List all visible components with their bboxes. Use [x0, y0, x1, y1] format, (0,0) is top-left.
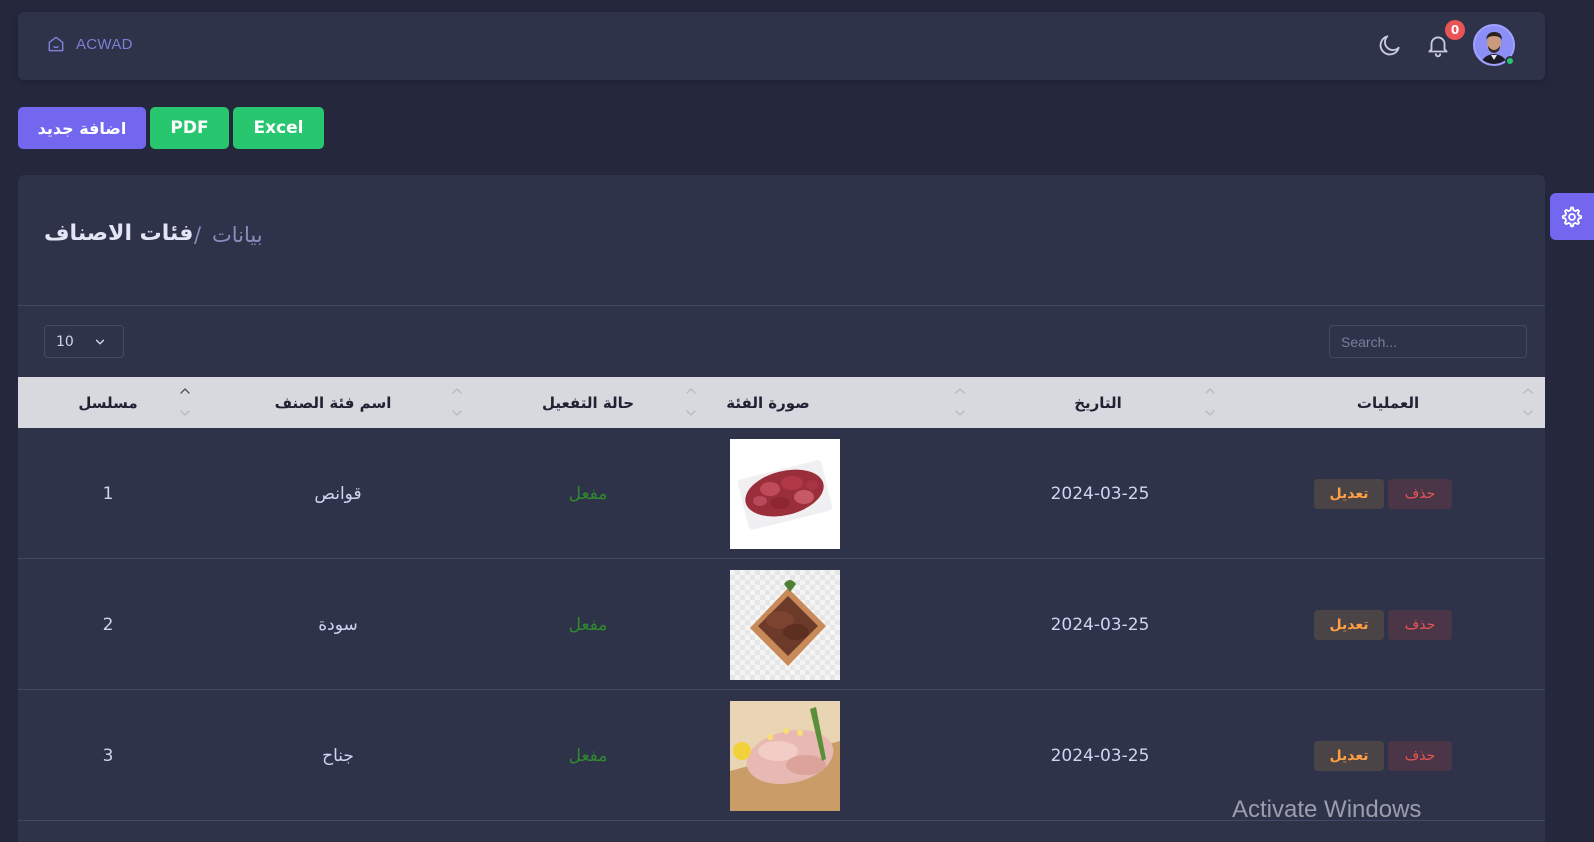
column-header-operations[interactable]: العمليات	[1328, 377, 1448, 428]
online-status-dot	[1505, 56, 1515, 66]
delete-button[interactable]: حذف	[1388, 740, 1452, 771]
column-header-name[interactable]: اسم فئة الصنف	[218, 377, 448, 428]
column-name-label: اسم فئة الصنف	[274, 393, 392, 412]
add-new-button[interactable]: اضافة جديد	[18, 107, 146, 149]
delete-button[interactable]: حذف	[1388, 609, 1452, 640]
category-name-cell: قوانص	[314, 483, 362, 504]
sort-icon[interactable]	[179, 385, 191, 419]
edit-button[interactable]: تعديل	[1314, 609, 1384, 640]
brand-label: ACWAD	[76, 35, 133, 53]
serial-cell: 2	[102, 614, 114, 635]
operations-cell: تعديل حذف	[1308, 559, 1458, 690]
column-serial-label: مسلسل	[78, 393, 138, 412]
page-size-value: 10	[56, 333, 74, 350]
gear-icon	[1561, 206, 1583, 227]
home-icon	[48, 36, 64, 52]
image-cell	[730, 428, 840, 559]
category-image[interactable]	[730, 700, 840, 811]
brand[interactable]: ACWAD	[46, 34, 133, 54]
edit-button[interactable]: تعديل	[1314, 740, 1384, 771]
table-header: مسلسل اسم فئة الصنف حالة التفعيل صورة ال…	[18, 377, 1545, 428]
column-header-status[interactable]: حالة التفعيل	[493, 377, 683, 428]
delete-button[interactable]: حذف	[1388, 478, 1452, 509]
status-cell: مفعل	[568, 483, 608, 504]
page-size-select[interactable]: 10	[44, 325, 124, 358]
date-cell: 2024-03-25	[1050, 745, 1150, 766]
column-header-date[interactable]: التاريخ	[1038, 377, 1158, 428]
breadcrumb-parent[interactable]: بيانات	[212, 223, 263, 247]
sort-icon[interactable]	[1522, 385, 1534, 419]
notifications-button[interactable]: 0	[1425, 20, 1465, 58]
date-cell: 2024-03-25	[1050, 614, 1150, 635]
sort-icon[interactable]	[685, 385, 697, 419]
date-cell: 2024-03-25	[1050, 483, 1150, 504]
card-header: فئات الاصناف / بيانات	[18, 175, 1545, 306]
table-row: 2 سودة مفعل 2024-03-25 تعديل حذف	[18, 559, 1545, 690]
export-excel-button[interactable]: Excel	[233, 107, 324, 149]
serial-cell: 3	[102, 745, 114, 766]
moon-icon[interactable]	[1377, 32, 1403, 58]
customizer-toggle[interactable]	[1550, 193, 1594, 240]
category-image[interactable]	[730, 569, 840, 680]
notification-badge: 0	[1445, 20, 1465, 40]
status-cell: مفعل	[568, 745, 608, 766]
sort-icon[interactable]	[451, 385, 463, 419]
breadcrumb-separator: /	[194, 223, 202, 247]
image-cell	[730, 690, 840, 821]
export-pdf-button[interactable]: PDF	[150, 107, 229, 149]
column-date-label: التاريخ	[1074, 393, 1122, 412]
edit-button[interactable]: تعديل	[1314, 478, 1384, 509]
categories-card: فئات الاصناف / بيانات 10 مسلسل اسم فئة ا…	[18, 175, 1545, 842]
column-image-label: صورة الفئة	[726, 393, 810, 412]
status-cell: مفعل	[568, 614, 608, 635]
serial-cell: 1	[102, 483, 114, 504]
user-avatar[interactable]	[1473, 24, 1515, 66]
activate-windows-watermark: Activate Windows	[1232, 796, 1422, 823]
column-status-label: حالة التفعيل	[541, 393, 635, 412]
image-cell	[730, 559, 840, 690]
table-row: 1 قوانص مفعل 2024-03-25 تعديل حذف	[18, 428, 1545, 559]
column-header-image[interactable]: صورة الفئة	[708, 377, 828, 428]
sort-icon[interactable]	[954, 385, 966, 419]
category-image[interactable]	[730, 438, 840, 549]
column-ops-label: العمليات	[1356, 393, 1420, 412]
search-input[interactable]	[1329, 325, 1527, 358]
page-title: فئات الاصناف	[44, 221, 194, 246]
category-name-cell: سودة	[318, 614, 358, 635]
category-name-cell: جناح	[322, 745, 354, 766]
sort-icon[interactable]	[1204, 385, 1216, 419]
column-header-serial[interactable]: مسلسل	[48, 377, 168, 428]
chevron-down-icon	[95, 339, 105, 345]
operations-cell: تعديل حذف	[1308, 428, 1458, 559]
top-navbar: ACWAD 0	[18, 12, 1545, 80]
